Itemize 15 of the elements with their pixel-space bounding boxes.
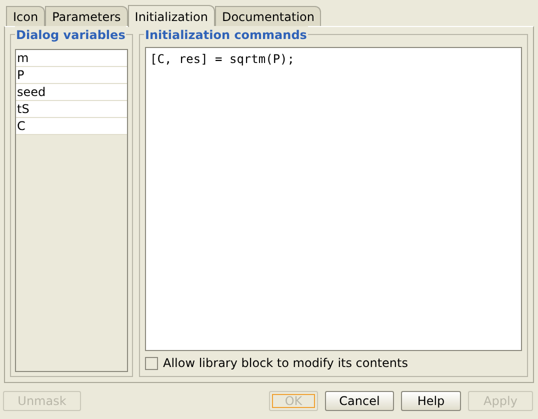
list-item[interactable]: C bbox=[16, 118, 127, 135]
dialog-button[interactable]: Help bbox=[401, 391, 461, 411]
list-item[interactable]: seed bbox=[16, 84, 127, 101]
tab[interactable]: Documentation bbox=[214, 6, 322, 26]
dialog-button[interactable]: Cancel bbox=[325, 391, 394, 411]
checkbox[interactable] bbox=[145, 356, 158, 370]
list-item[interactable]: P bbox=[16, 67, 127, 84]
checkbox-label: Allow library block to modify its contents bbox=[163, 355, 408, 372]
tab[interactable]: Icon bbox=[6, 6, 46, 26]
list-item[interactable]: tS bbox=[16, 101, 127, 118]
list-item[interactable]: m bbox=[16, 50, 127, 67]
group-title: Dialog variables bbox=[15, 26, 126, 44]
tab[interactable]: Initialization bbox=[128, 5, 215, 27]
tab[interactable]: Parameters bbox=[45, 6, 128, 26]
code-editor[interactable]: [C, res] = sqrtm(P); bbox=[145, 47, 522, 351]
